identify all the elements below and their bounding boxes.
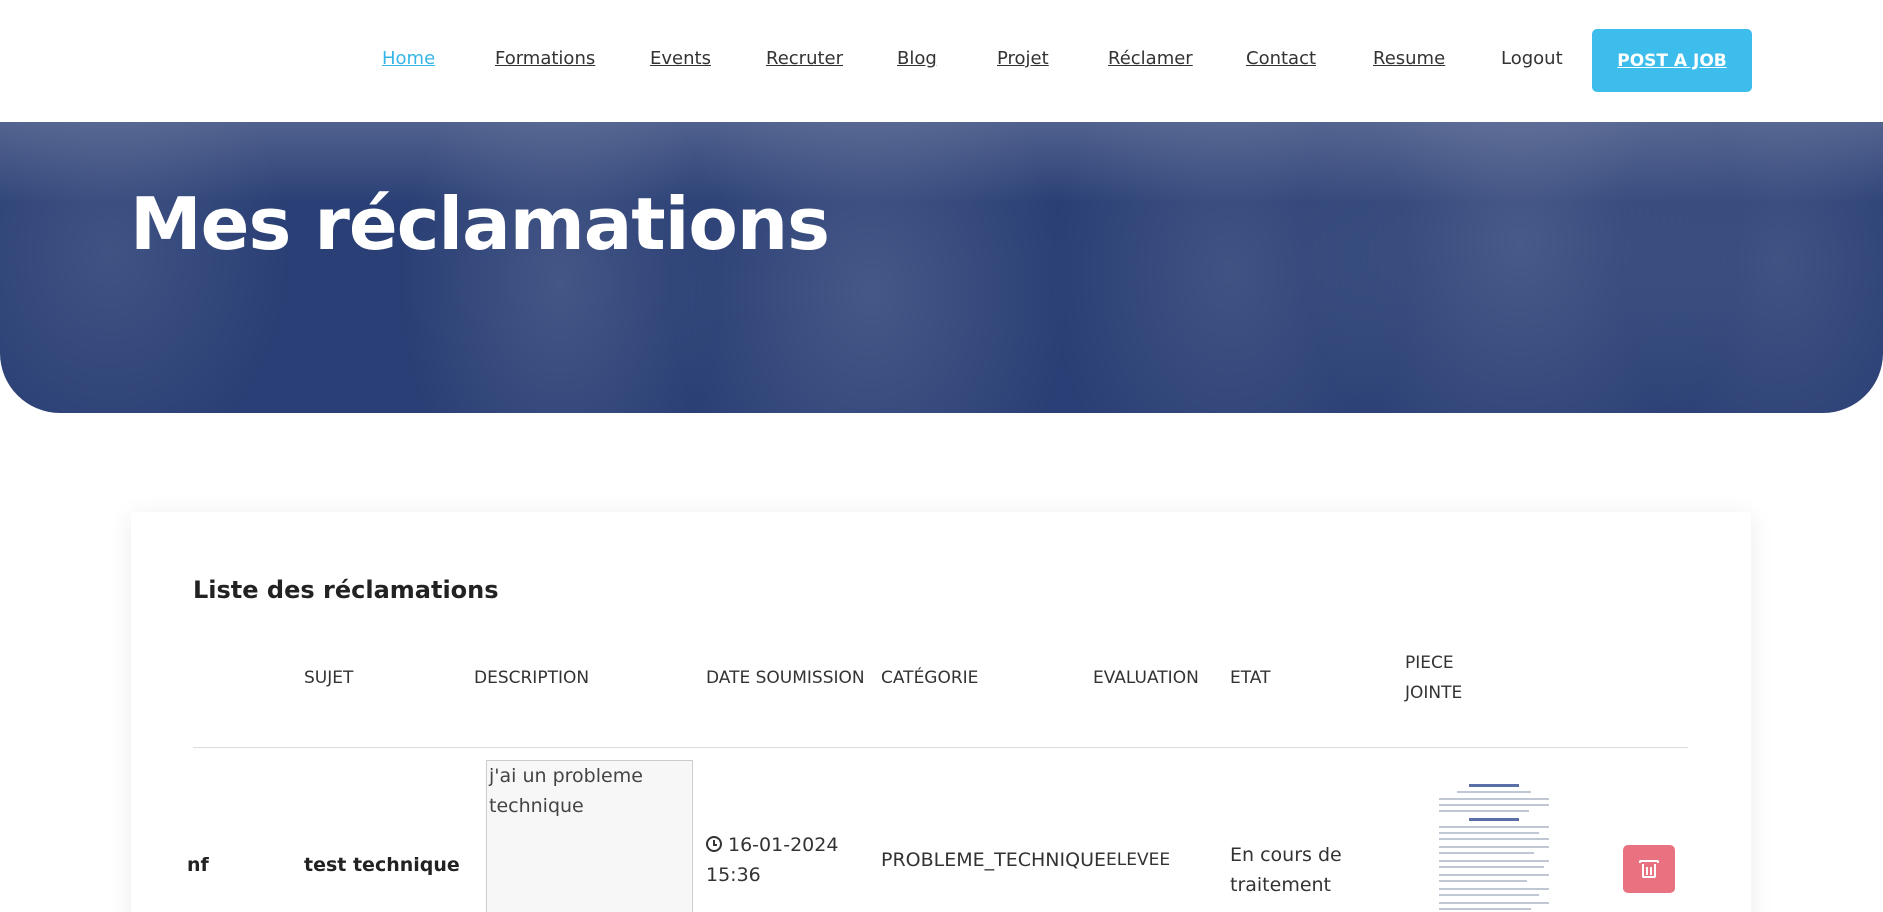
hero-banner: Mes réclamations — [0, 122, 1883, 413]
piece-jointe-thumbnail[interactable] — [1429, 780, 1559, 912]
hero-background-image — [0, 122, 1883, 413]
cell-date-line2: 15:36 — [706, 864, 761, 886]
nav-formations-link[interactable]: Formations — [495, 48, 595, 69]
cell-etat-line1: En cours de — [1230, 844, 1342, 866]
header-piece-jointe-line2: JOINTE — [1405, 683, 1463, 703]
nav-reclamer-link[interactable]: Réclamer — [1108, 48, 1193, 69]
page-title: Mes réclamations — [130, 182, 830, 266]
header-piece-jointe-line1: PIECE — [1405, 653, 1454, 673]
header-categorie: CATÉGORIE — [881, 668, 979, 688]
nav-home-link[interactable]: Home — [382, 48, 435, 69]
header-etat: ETAT — [1230, 668, 1271, 688]
header-description: DESCRIPTION — [474, 668, 590, 688]
nav-contact-link[interactable]: Contact — [1246, 48, 1316, 69]
date-value: 16-01-2024 — [728, 834, 839, 856]
nav-recruter-link[interactable]: Recruter — [766, 48, 843, 69]
reclamations-card: Liste des réclamations SUJET DESCRIPTION… — [131, 512, 1751, 912]
clock-icon — [706, 836, 722, 852]
cell-date-line1: 16-01-2024 — [706, 830, 838, 860]
delete-reclamation-button[interactable] — [1623, 845, 1675, 893]
top-navigation-bar: Home Formations Events Recruter Blog Pro… — [0, 0, 1883, 122]
cell-description-textarea[interactable]: j'ai un probleme technique — [486, 760, 693, 912]
trash-icon — [1639, 860, 1659, 878]
cell-categorie: PROBLEME_TECHNIQUE — [881, 849, 1106, 871]
cell-first-column-fragment: nf — [187, 854, 209, 876]
post-a-job-button[interactable]: POST A JOB — [1592, 29, 1752, 92]
nav-logout-link[interactable]: Logout — [1501, 48, 1563, 69]
table-header-divider — [193, 747, 1688, 748]
header-sujet: SUJET — [304, 668, 354, 688]
header-date-soumission: DATE SOUMISSION — [706, 668, 865, 688]
header-evaluation: EVALUATION — [1093, 668, 1199, 688]
nav-blog-link[interactable]: Blog — [897, 48, 937, 69]
cell-etat-line2: traitement — [1230, 874, 1332, 896]
cell-sujet: test technique — [304, 854, 460, 876]
nav-resume-link[interactable]: Resume — [1373, 48, 1445, 69]
nav-projet-link[interactable]: Projet — [997, 48, 1049, 69]
nav-events-link[interactable]: Events — [650, 48, 711, 69]
card-title: Liste des réclamations — [193, 576, 499, 604]
cell-evaluation: ELEVEE — [1106, 850, 1171, 870]
